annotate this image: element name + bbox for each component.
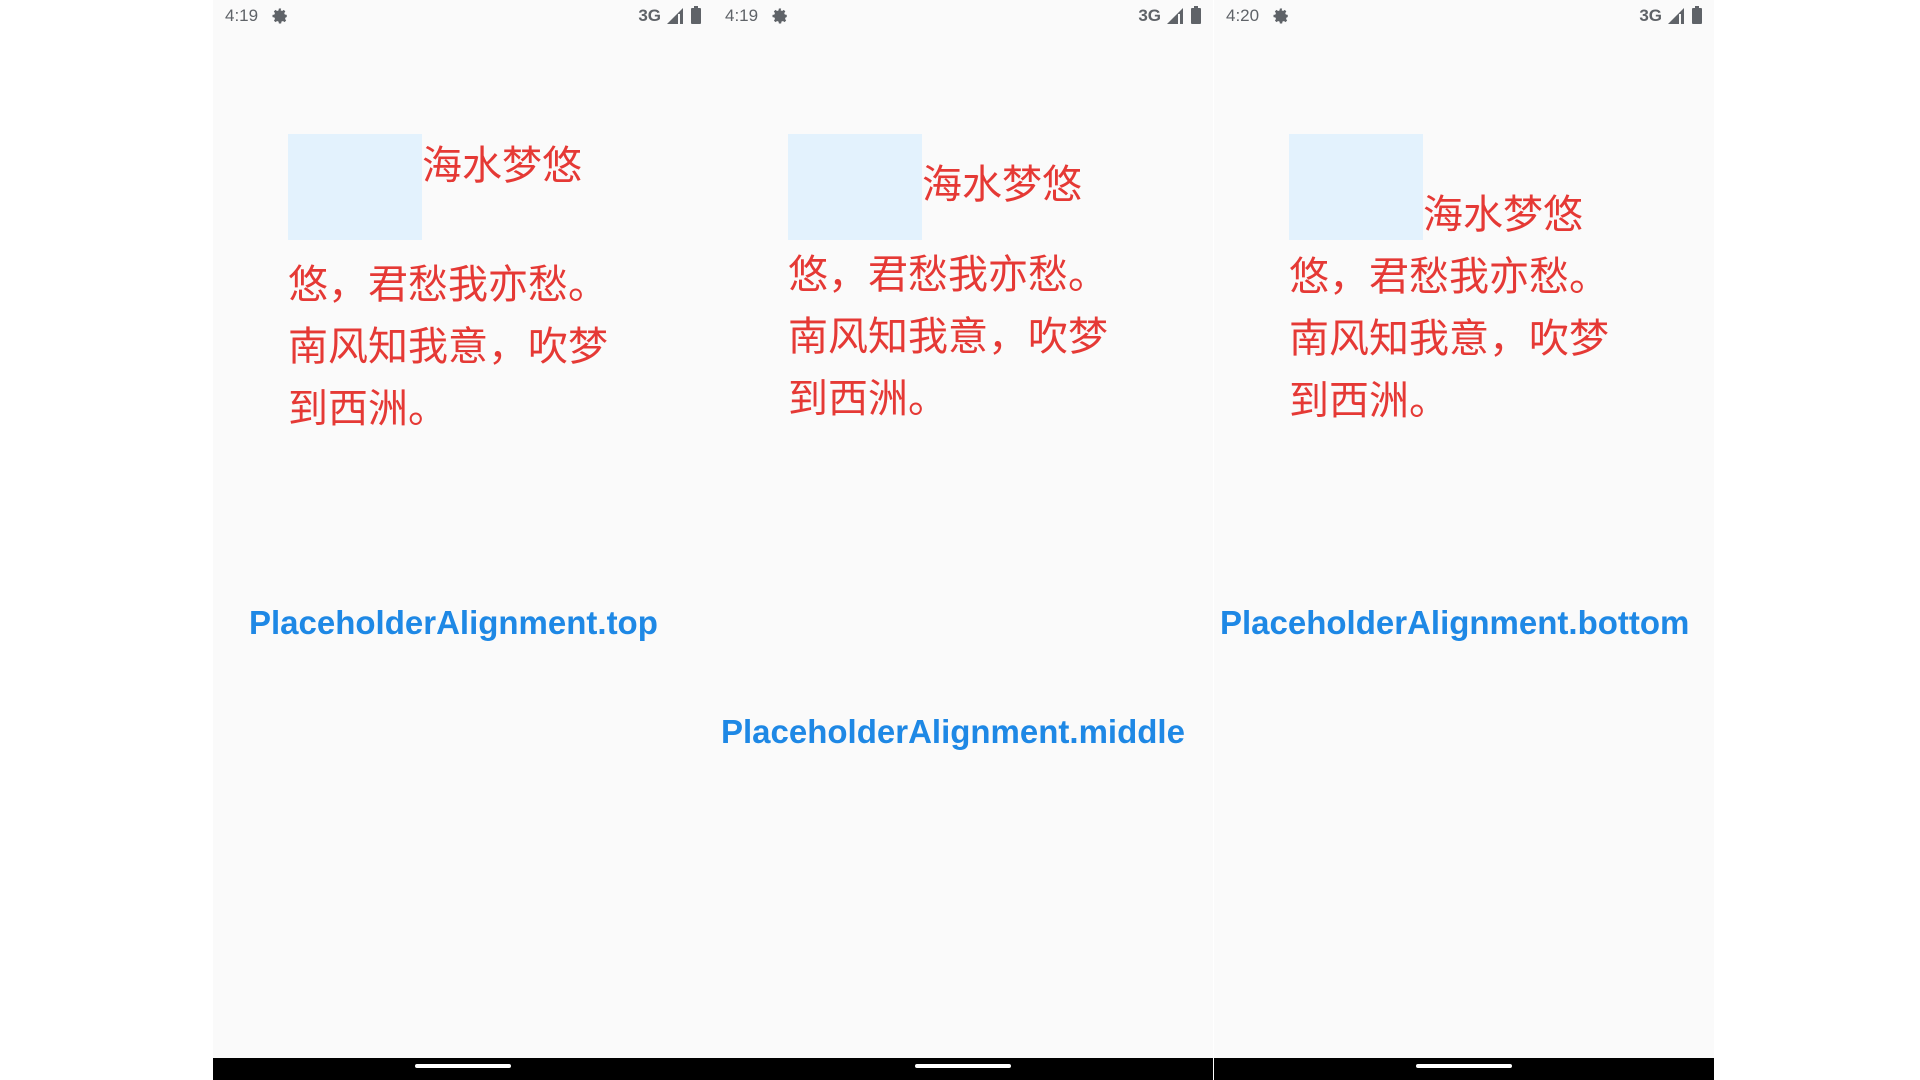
home-handle[interactable] xyxy=(915,1064,1011,1068)
poem-line: 南风知我意，吹梦 xyxy=(288,324,608,370)
placeholder-widget xyxy=(1289,134,1423,240)
navigation-bar xyxy=(213,1058,713,1080)
status-time: 4:20 xyxy=(1226,6,1260,25)
status-bar: 4:19 3G xyxy=(213,0,713,32)
caption-top: PlaceholderAlignment.top xyxy=(249,604,658,641)
phone-screen-middle: 4:19 3G 海水梦悠 悠，君愁我亦愁。 南风知我意，吹梦 到西洲。 xyxy=(713,0,1213,1080)
poem-line: 海水梦悠 xyxy=(922,162,1082,208)
poem-line: 南风知我意，吹梦 xyxy=(1289,316,1609,362)
network-type: 3G xyxy=(638,6,661,25)
battery-icon xyxy=(1191,6,1201,24)
status-time: 4:19 xyxy=(225,6,259,25)
home-handle[interactable] xyxy=(1416,1064,1512,1068)
network-type: 3G xyxy=(1639,6,1662,25)
network-type: 3G xyxy=(1138,6,1161,25)
status-bar: 4:20 3G xyxy=(1214,0,1714,32)
signal-icon xyxy=(667,8,683,24)
poem-line: 悠，君愁我亦愁。 xyxy=(788,252,1108,298)
poem-line: 到西洲。 xyxy=(288,386,448,432)
battery-icon xyxy=(691,6,701,24)
poem-line: 悠，君愁我亦愁。 xyxy=(288,262,608,308)
status-time: 4:19 xyxy=(725,6,759,25)
poem-line: 到西洲。 xyxy=(1289,378,1449,424)
signal-icon xyxy=(1167,8,1183,24)
placeholder-widget xyxy=(288,134,422,240)
poem-line: 海水梦悠 xyxy=(422,143,582,189)
gear-icon xyxy=(272,8,287,24)
navigation-bar xyxy=(713,1058,1213,1080)
signal-icon xyxy=(1668,8,1684,24)
navigation-bar xyxy=(1214,1058,1714,1080)
status-bar: 4:19 3G xyxy=(713,0,1213,32)
placeholder-widget xyxy=(788,134,922,240)
poem-line: 悠，君愁我亦愁。 xyxy=(1289,254,1609,300)
phone-screen-bottom: 4:20 3G 海水梦悠 悠，君愁我亦愁。 南风知我意，吹梦 到西洲。 xyxy=(1214,0,1714,1080)
phone-screen-top: 4:19 3G 海水梦悠 悠，君愁我亦愁。 南风知我意，吹梦 到西洲。 xyxy=(213,0,713,1080)
poem-line: 南风知我意，吹梦 xyxy=(788,314,1108,360)
gear-icon xyxy=(772,8,787,24)
gear-icon xyxy=(1273,8,1288,24)
battery-icon xyxy=(1692,6,1702,24)
poem-line: 到西洲。 xyxy=(788,376,948,422)
caption-middle: PlaceholderAlignment.middle xyxy=(721,713,1185,750)
caption-bottom: PlaceholderAlignment.bottom xyxy=(1220,604,1690,641)
poem-line: 海水梦悠 xyxy=(1423,192,1583,238)
home-handle[interactable] xyxy=(415,1064,511,1068)
